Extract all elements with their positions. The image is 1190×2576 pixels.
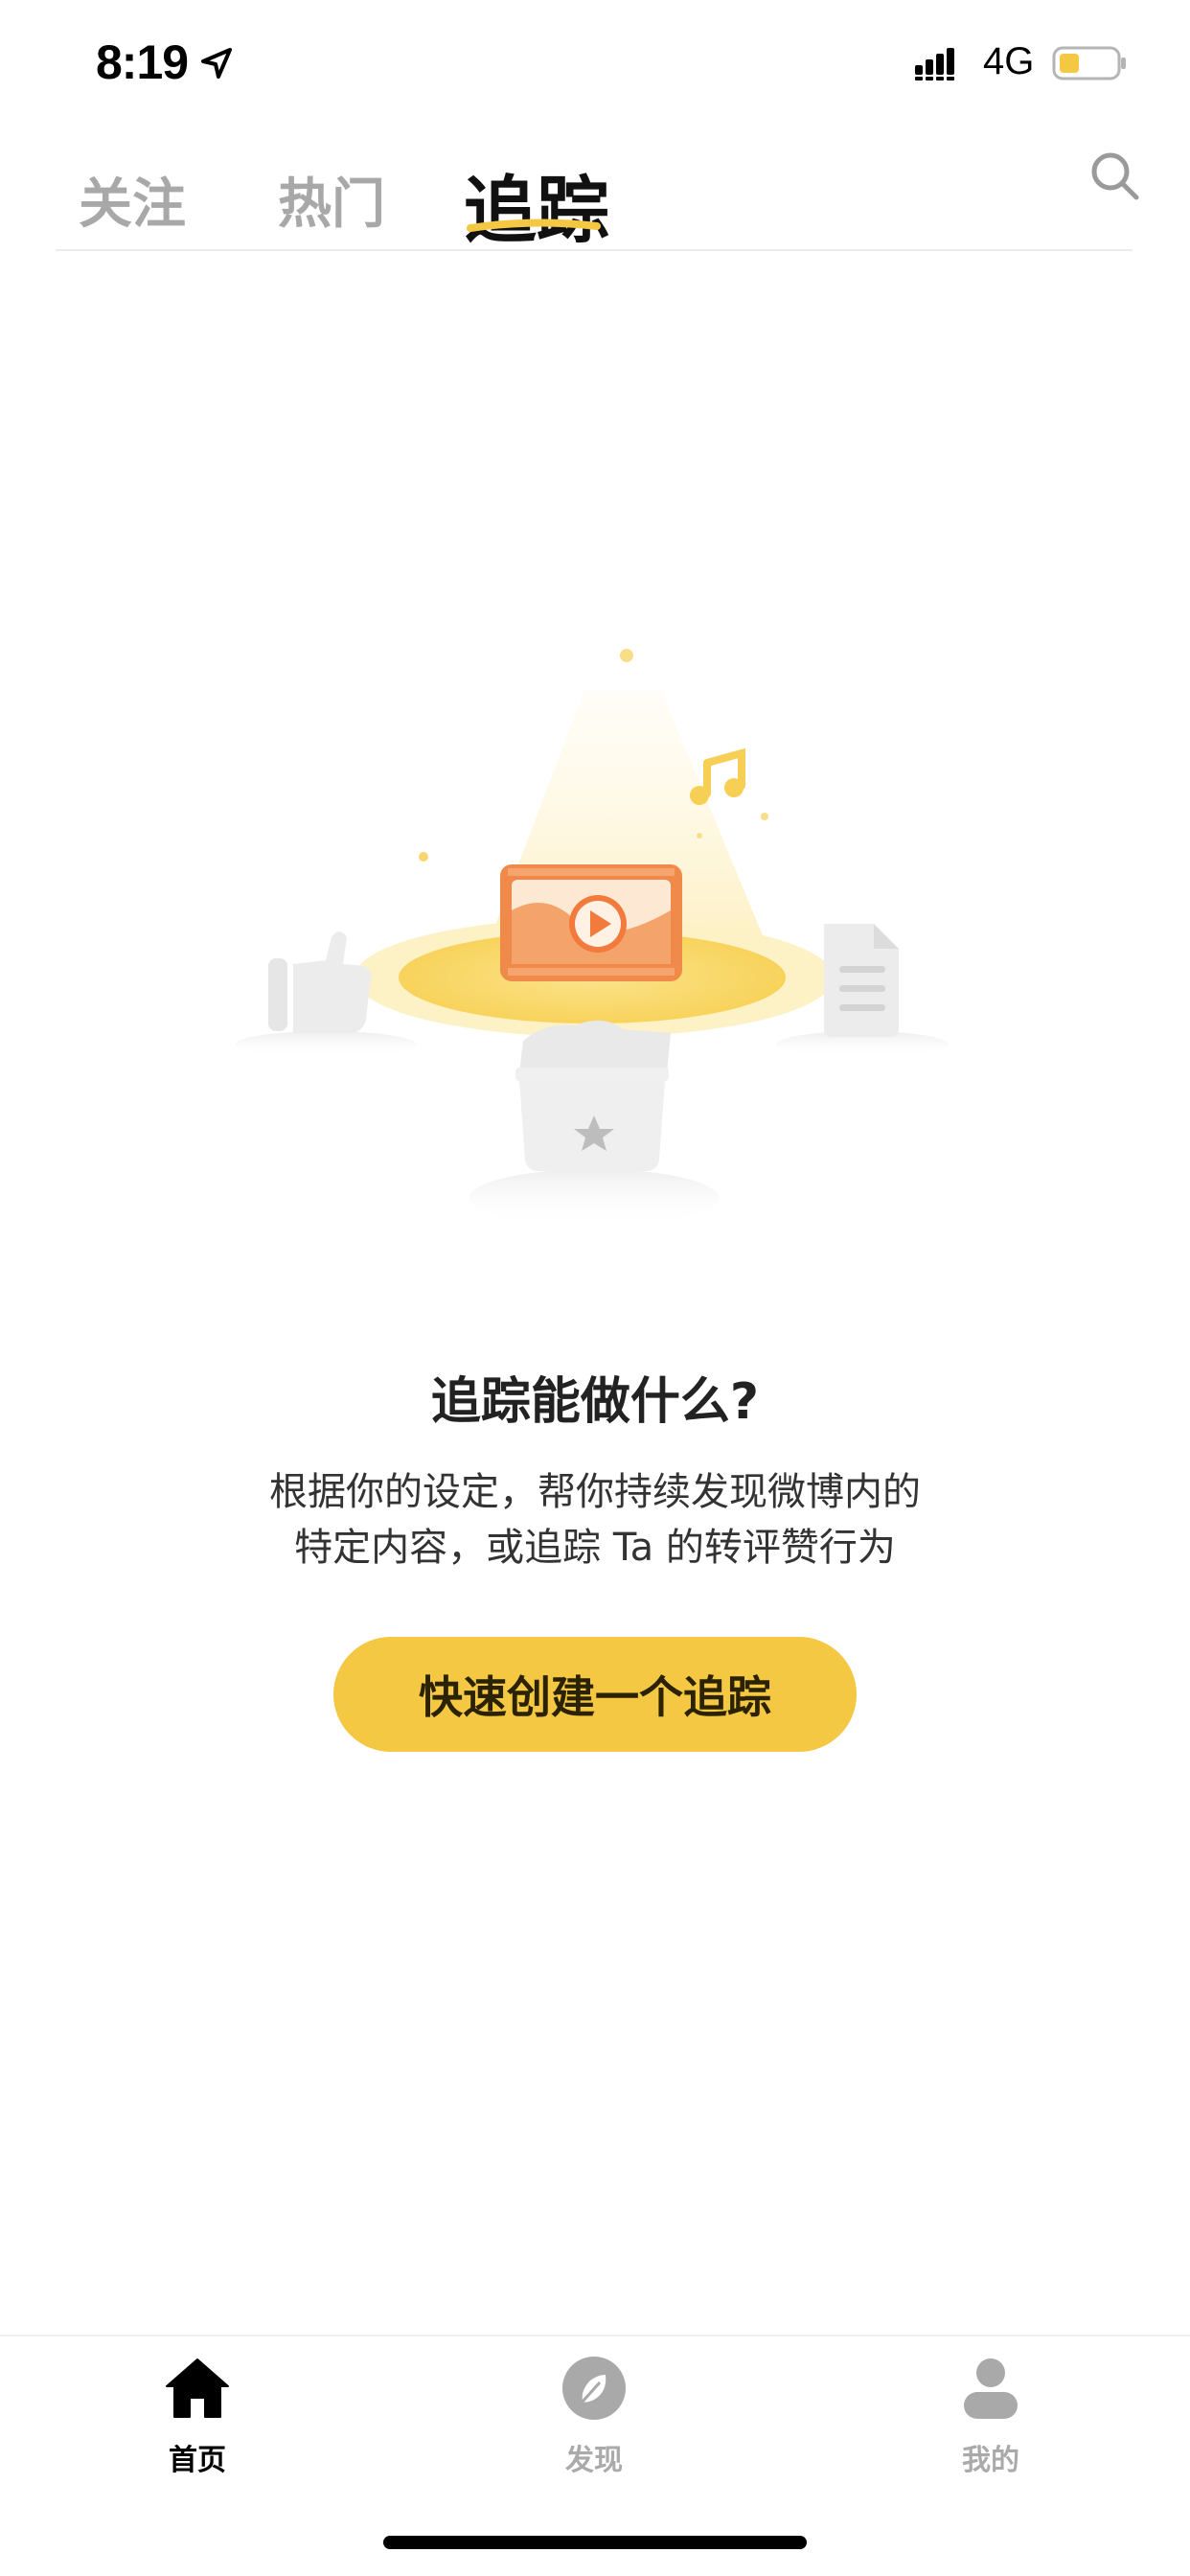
network-label: 4G: [983, 40, 1035, 82]
tab-follow[interactable]: 关注: [79, 161, 186, 239]
create-tracking-button[interactable]: 快速创建一个追踪: [333, 1637, 857, 1752]
tab-hot[interactable]: 热门: [278, 161, 385, 239]
home-icon: [166, 2358, 229, 2418]
signal-icon: [915, 48, 954, 80]
tabbar-label-me: 我的: [962, 2444, 1019, 2477]
tabbar-item-me[interactable]: 我的: [895, 2354, 1087, 2478]
battery-icon: [1052, 46, 1126, 80]
tabbar-divider: [0, 2334, 1190, 2336]
description-line-2: 特定内容，或追踪 Ta 的转评赞行为: [294, 1526, 896, 1570]
compass-icon: [562, 2357, 626, 2420]
tabbar-item-discover[interactable]: 发现: [498, 2354, 690, 2478]
home-indicator: [383, 2536, 807, 2549]
empty-state-description: 根据你的设定，帮你持续发现微博内的 特定内容，或追踪 Ta 的转评赞行为: [164, 1464, 1026, 1576]
active-tab-underline: [467, 218, 601, 232]
empty-state-title: 追踪能做什么?: [430, 1373, 760, 1431]
search-icon[interactable]: [1088, 150, 1142, 203]
tabbar-label-discover: 发现: [565, 2444, 623, 2477]
location-arrow-icon: [201, 48, 232, 79]
person-icon: [964, 2358, 1018, 2419]
tabbar-item-home[interactable]: 首页: [102, 2354, 293, 2478]
status-time: 8:19: [96, 35, 189, 89]
tracking-illustration: [235, 649, 949, 1227]
status-bar: 8:19 4G: [0, 0, 1190, 126]
tabbar-label-home: 首页: [169, 2444, 226, 2477]
description-line-1: 根据你的设定，帮你持续发现微博内的: [269, 1470, 921, 1514]
header-divider: [56, 249, 1133, 251]
tab-track[interactable]: 追踪: [464, 151, 609, 257]
